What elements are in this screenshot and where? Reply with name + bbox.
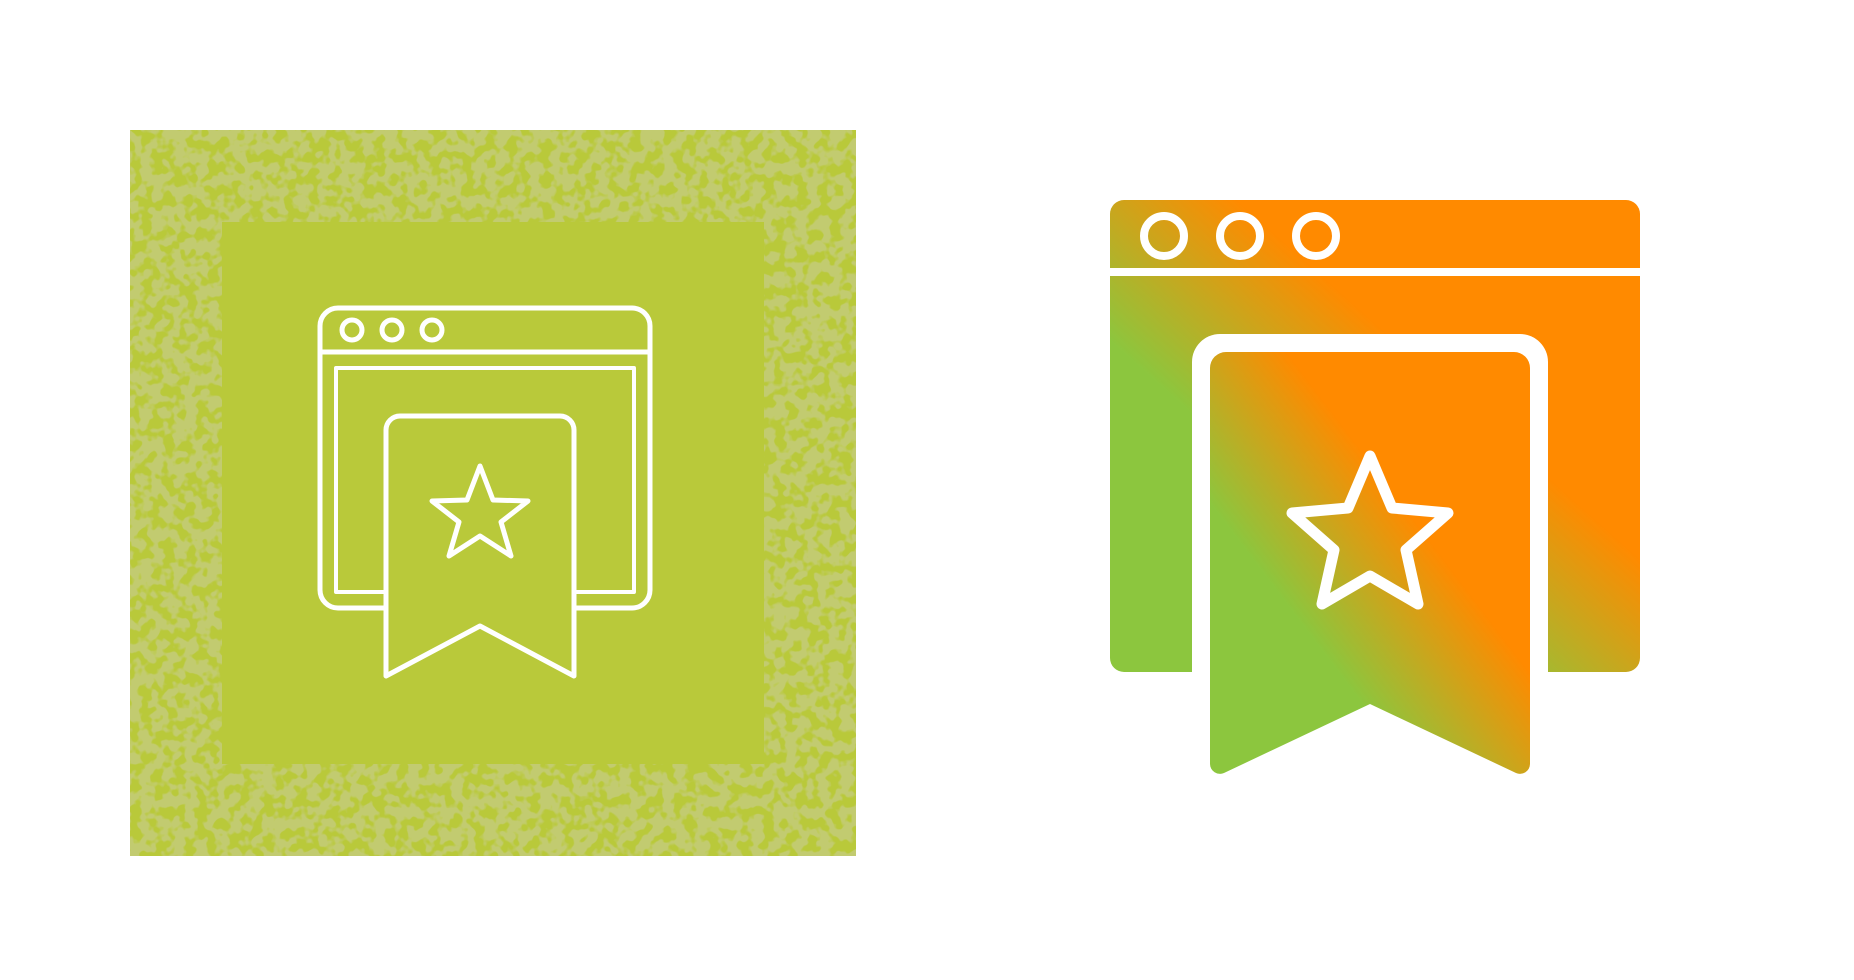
line-icon-tile	[130, 130, 856, 856]
gradient-icon-tile	[1100, 190, 1660, 810]
bookmark-browser-icon	[1110, 200, 1640, 774]
icon-preview-canvas	[0, 0, 1854, 980]
line-icon-svg	[130, 130, 856, 856]
bookmark-ribbon-icon	[1210, 352, 1530, 774]
gradient-icon-svg	[1110, 200, 1640, 774]
